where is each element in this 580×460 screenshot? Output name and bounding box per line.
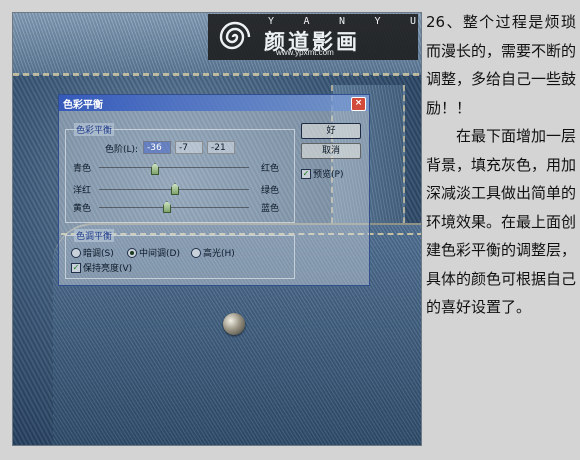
spiral-logo-icon [219, 21, 251, 50]
ok-button[interactable]: 好 [301, 123, 361, 139]
article-text: 26、整个过程是烦琐而漫长的，需要不断的调整，多给自己一些鼓励！！ 在最下面增加… [426, 8, 576, 322]
slider-right-label-green: 绿色 [261, 186, 280, 196]
slider-left-label-yellow: 黄色 [73, 204, 92, 214]
dialog-title: 色彩平衡 [63, 100, 103, 111]
preserve-luminosity-checkbox[interactable]: ✓ [71, 263, 81, 273]
watermark-letter: Y [374, 16, 381, 27]
rivet [223, 313, 245, 335]
preview-checkbox[interactable]: ✓ [301, 169, 311, 179]
watermark-letter: U [409, 16, 416, 27]
radio-label-midtones[interactable]: 中间调(D) [139, 246, 180, 259]
watermark-url: www.ypxmt.com [276, 48, 334, 57]
paragraph-step: 26、整个过程是烦琐而漫长的，需要不断的调整，多给自己一些鼓励！！ [426, 13, 577, 117]
color-balance-dialog: 色彩平衡 × 色彩平衡 色阶(L): -36 -7 -21 青色 红色 洋红 绿… [58, 94, 370, 286]
dialog-titlebar[interactable]: 色彩平衡 × [59, 95, 369, 111]
radio-midtones[interactable] [127, 248, 137, 258]
slider-track-cyan-red [99, 167, 249, 168]
watermark-logo: Y A N Y U 颜道影画 www.ypxmt.com [208, 14, 418, 60]
close-icon[interactable]: × [351, 97, 366, 111]
levels-input-cyan-red[interactable]: -36 [143, 141, 171, 154]
cancel-button[interactable]: 取消 [301, 143, 361, 159]
radio-label-highlights[interactable]: 高光(H) [203, 246, 235, 259]
slider-left-label-magenta: 洋红 [73, 186, 92, 196]
levels-input-yellow-blue[interactable]: -21 [207, 141, 235, 154]
paragraph-background: 在最下面增加一层背景，填充灰色，用加深减淡工具做出简单的环境效果。在最上面创建色… [426, 127, 577, 316]
levels-label: 色阶(L): [105, 145, 139, 155]
slider-right-label-red: 红色 [261, 164, 280, 174]
slider-left-label-cyan: 青色 [73, 164, 92, 174]
radio-shadows[interactable] [71, 248, 81, 258]
preview-label[interactable]: 预览(P) [313, 167, 343, 180]
waistband-stitching [13, 73, 421, 76]
radio-label-shadows[interactable]: 暗调(S) [83, 246, 114, 259]
color-balance-group-label: 色彩平衡 [74, 123, 115, 136]
tone-balance-group-label: 色调平衡 [74, 229, 115, 242]
slider-right-label-blue: 蓝色 [261, 204, 280, 214]
levels-input-magenta-green[interactable]: -7 [175, 141, 203, 154]
radio-highlights[interactable] [191, 248, 201, 258]
slider-track-yellow-blue [99, 207, 249, 208]
preserve-luminosity-label[interactable]: 保持亮度(V) [83, 261, 132, 274]
